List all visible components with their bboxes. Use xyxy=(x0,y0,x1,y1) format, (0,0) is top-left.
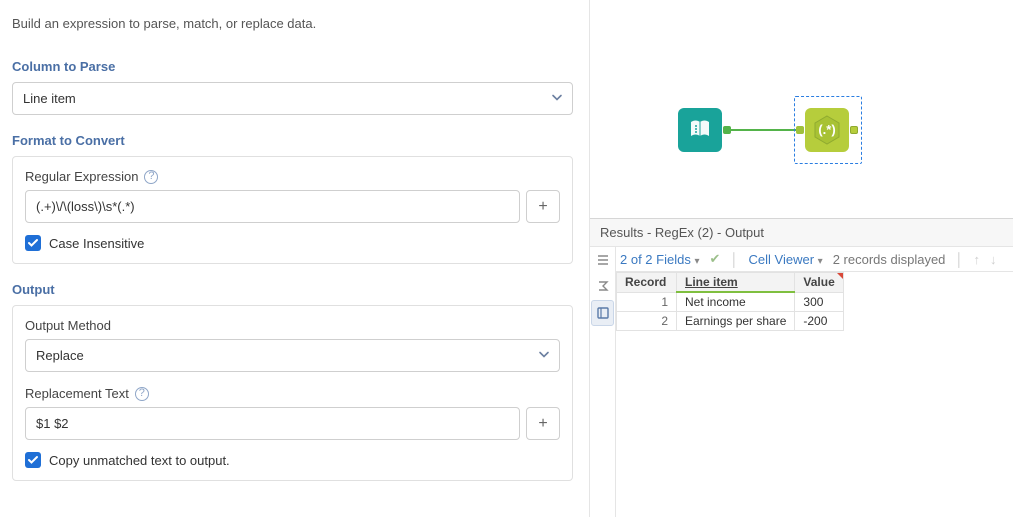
cell-line-item: Earnings per share xyxy=(677,312,795,331)
config-panel: Build an expression to parse, match, or … xyxy=(0,0,590,517)
results-side-tabs xyxy=(590,247,616,517)
results-toolbar: 2 of 2 Fields ▾ ✔ │ Cell Viewer ▾ 2 reco… xyxy=(616,247,1013,272)
help-icon[interactable]: ? xyxy=(135,387,149,401)
cell-record: 1 xyxy=(617,292,677,312)
cell-line-item: Net income xyxy=(677,292,795,312)
cell-viewer-dropdown[interactable]: Cell Viewer ▾ xyxy=(749,252,823,267)
table-row[interactable]: 2 Earnings per share -200 xyxy=(617,312,844,331)
col-line-item[interactable]: Line item xyxy=(677,273,795,293)
output-anchor[interactable] xyxy=(723,126,731,134)
svg-text:(.*): (.*) xyxy=(818,122,835,137)
format-to-convert-label: Format to Convert xyxy=(12,133,573,148)
regex-add-button[interactable]: + xyxy=(526,190,560,223)
results-title: Results - RegEx (2) - Output xyxy=(600,225,764,240)
col-value[interactable]: Value xyxy=(795,273,843,293)
case-insensitive-label: Case Insensitive xyxy=(49,236,144,251)
copy-unmatched-label: Copy unmatched text to output. xyxy=(49,453,230,468)
format-panel: Regular Expression ? (.+)\/\(loss\)\s*(.… xyxy=(12,156,573,264)
regex-tool-node[interactable]: (.*) xyxy=(805,108,849,152)
output-method-value: Replace xyxy=(36,348,84,363)
help-icon[interactable]: ? xyxy=(144,170,158,184)
output-section-label: Output xyxy=(12,282,573,297)
check-icon[interactable]: ✔ xyxy=(709,251,720,267)
connection-wire xyxy=(725,129,803,131)
fields-summary[interactable]: 2 of 2 Fields ▾ xyxy=(620,252,699,267)
metadata-tab-icon[interactable] xyxy=(590,247,615,273)
output-panel: Output Method Replace Replacement Text ?… xyxy=(12,305,573,481)
replacement-text-input[interactable]: $1 $2 xyxy=(25,407,520,440)
replacement-text-label: Replacement Text xyxy=(25,386,129,401)
workflow-canvas[interactable]: (.*) xyxy=(590,0,1013,218)
book-icon xyxy=(687,117,713,143)
input-tool-node[interactable] xyxy=(678,108,722,152)
data-tab-icon[interactable] xyxy=(591,300,614,326)
sigma-tab-icon[interactable] xyxy=(590,273,615,299)
regex-icon: (.*) xyxy=(810,113,844,147)
table-row[interactable]: 1 Net income 300 xyxy=(617,292,844,312)
column-to-parse-value: Line item xyxy=(23,91,76,106)
results-table: Record Line item Value 1 Net income 300 xyxy=(616,272,844,331)
regex-value: (.+)\/\(loss\)\s*(.*) xyxy=(36,199,135,214)
cell-value: 300 xyxy=(795,292,843,312)
arrow-down-icon[interactable]: ↓ xyxy=(990,252,997,267)
input-anchor[interactable] xyxy=(796,126,804,134)
case-insensitive-checkbox[interactable] xyxy=(25,235,41,251)
output-method-select[interactable]: Replace xyxy=(25,339,560,372)
description-text: Build an expression to parse, match, or … xyxy=(12,16,573,31)
cell-value: -200 xyxy=(795,312,843,331)
results-title-bar: Results - RegEx (2) - Output xyxy=(590,218,1013,247)
regex-input[interactable]: (.+)\/\(loss\)\s*(.*) xyxy=(25,190,520,223)
column-to-parse-select[interactable]: Line item xyxy=(12,82,573,115)
arrow-up-icon[interactable]: ↑ xyxy=(974,252,981,267)
cell-record: 2 xyxy=(617,312,677,331)
output-anchor[interactable] xyxy=(850,126,858,134)
replacement-add-button[interactable]: + xyxy=(526,407,560,440)
records-displayed: 2 records displayed xyxy=(833,252,946,267)
replacement-value: $1 $2 xyxy=(36,416,69,431)
output-method-label: Output Method xyxy=(25,318,111,333)
col-record[interactable]: Record xyxy=(617,273,677,293)
column-to-parse-label: Column to Parse xyxy=(12,59,573,74)
copy-unmatched-checkbox[interactable] xyxy=(25,452,41,468)
regex-label: Regular Expression xyxy=(25,169,138,184)
